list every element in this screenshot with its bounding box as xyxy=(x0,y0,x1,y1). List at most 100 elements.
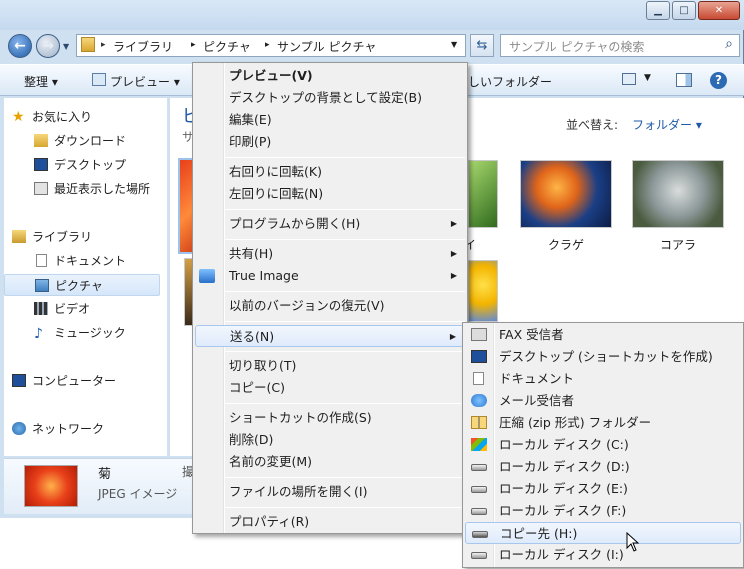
document-icon xyxy=(473,372,484,385)
thumbnail-hydrangea[interactable] xyxy=(468,160,498,228)
menu-item-true-image[interactable]: True Image ▶ xyxy=(195,265,465,287)
windows-drive-icon xyxy=(471,438,487,451)
sidebar-item-desktop[interactable]: デスクトップ xyxy=(4,154,164,176)
submenu-arrow-icon: ▶ xyxy=(450,219,457,228)
search-placeholder: サンプル ピクチャの検索 xyxy=(509,40,645,54)
organize-button[interactable]: 整理 ▾ xyxy=(24,73,58,90)
context-menu: プレビュー(V) デスクトップの背景として設定(B) 編集(E) 印刷(P) 右… xyxy=(192,62,468,534)
sidebar-item-documents[interactable]: ドキュメント xyxy=(4,250,164,272)
sort-dropdown[interactable]: フォルダー ▾ xyxy=(632,116,702,133)
menu-item-restore-previous-versions[interactable]: 以前のバージョンの復元(V) xyxy=(195,295,465,317)
menu-item-rename[interactable]: 名前の変更(M) xyxy=(195,451,465,473)
sidebar-item-label: コンピューター xyxy=(32,374,117,388)
new-folder-button[interactable]: しいフォルダー xyxy=(468,73,552,90)
send-to-local-disk-e[interactable]: ローカル ディスク (E:) xyxy=(465,478,741,500)
breadcrumb-separator-icon: ▸ xyxy=(265,40,270,50)
preview-button[interactable]: プレビュー ▾ xyxy=(110,73,180,90)
true-image-icon xyxy=(199,269,215,283)
menu-item-cut[interactable]: 切り取り(T) xyxy=(195,355,465,377)
mouse-cursor-icon xyxy=(626,532,640,552)
sidebar-item-favorites[interactable]: ★ お気に入り xyxy=(4,106,164,128)
star-icon: ★ xyxy=(12,109,25,125)
send-to-local-disk-c[interactable]: ローカル ディスク (C:) xyxy=(465,434,741,456)
drive-icon xyxy=(471,508,487,515)
send-to-desktop-shortcut[interactable]: デスクトップ (ショートカットを作成) xyxy=(465,346,741,368)
sidebar-item-label: ドキュメント xyxy=(54,254,127,268)
submenu-arrow-icon: ▶ xyxy=(449,332,456,341)
menu-item-open-file-location[interactable]: ファイルの場所を開く(I) xyxy=(195,481,465,503)
maximize-button[interactable]: □ xyxy=(672,1,696,20)
send-to-fax[interactable]: FAX 受信者 xyxy=(465,324,741,346)
menu-item-set-as-desktop-background[interactable]: デスクトップの背景として設定(B) xyxy=(195,87,465,109)
menu-item-delete[interactable]: 削除(D) xyxy=(195,429,465,451)
folder-icon xyxy=(81,37,95,52)
zip-folder-icon xyxy=(471,416,487,429)
send-to-compressed-folder[interactable]: 圧縮 (zip 形式) フォルダー xyxy=(465,412,741,434)
fax-icon xyxy=(471,328,487,341)
breadcrumb-libraries[interactable]: ライブラリ xyxy=(113,38,173,55)
sidebar-item-label: ピクチャ xyxy=(55,279,103,293)
sidebar-item-label: デスクトップ xyxy=(54,158,127,172)
search-icon[interactable]: ⌕ xyxy=(725,36,733,52)
removable-drive-icon xyxy=(472,531,488,538)
forward-button[interactable]: → xyxy=(36,34,60,58)
menu-item-edit[interactable]: 編集(E) xyxy=(195,109,465,131)
send-to-local-disk-d[interactable]: ローカル ディスク (D:) xyxy=(465,456,741,478)
menu-separator xyxy=(225,157,465,158)
sidebar-item-label: ビデオ xyxy=(54,302,91,316)
send-to-documents[interactable]: ドキュメント xyxy=(465,368,741,390)
address-dropdown-icon[interactable]: ▼ xyxy=(451,40,457,49)
close-button[interactable]: ✕ xyxy=(698,1,740,20)
send-to-local-disk-i[interactable]: ローカル ディスク (I:) xyxy=(465,544,741,566)
sidebar-item-recent[interactable]: 最近表示した場所 xyxy=(4,178,164,200)
sidebar-item-downloads[interactable]: ダウンロード xyxy=(4,130,164,152)
breadcrumb-sample-pictures[interactable]: サンプル ピクチャ xyxy=(277,38,376,55)
menu-item-properties[interactable]: プロパティ(R) xyxy=(195,511,465,533)
sidebar-item-libraries[interactable]: ライブラリ xyxy=(4,226,164,248)
menu-item-send-to[interactable]: 送る(N) ▶ xyxy=(195,325,465,347)
downloads-folder-icon xyxy=(34,134,48,147)
menu-item-copy[interactable]: コピー(C) xyxy=(195,377,465,399)
help-icon[interactable]: ? xyxy=(710,72,727,89)
back-button[interactable]: ← xyxy=(8,34,32,58)
sidebar-item-videos[interactable]: ビデオ xyxy=(4,298,164,320)
menu-separator xyxy=(225,507,465,508)
view-options-icon[interactable] xyxy=(622,73,636,85)
thumbnail-koala[interactable] xyxy=(632,160,724,228)
selected-file-thumbnail xyxy=(24,465,78,507)
pictures-icon xyxy=(35,279,49,292)
menu-item-open-with[interactable]: プログラムから開く(H) ▶ xyxy=(195,213,465,235)
sidebar-item-label: ダウンロード xyxy=(54,134,127,148)
thumbnail-jellyfish[interactable] xyxy=(520,160,612,228)
sidebar-item-computer[interactable]: コンピューター xyxy=(4,370,164,392)
menu-item-create-shortcut[interactable]: ショートカットの作成(S) xyxy=(195,407,465,429)
desktop-icon xyxy=(34,158,48,171)
menu-item-print[interactable]: 印刷(P) xyxy=(195,131,465,153)
menu-item-rotate-clockwise[interactable]: 右回りに回転(K) xyxy=(195,161,465,183)
libraries-icon xyxy=(12,230,26,243)
thumbnail-tulips[interactable] xyxy=(468,260,498,322)
send-to-copy-destination-h[interactable]: コピー先 (H:) xyxy=(465,522,741,544)
computer-icon xyxy=(12,374,26,387)
sidebar-item-music[interactable]: ♪ ミュージック xyxy=(4,322,164,344)
menu-separator xyxy=(225,403,465,404)
send-to-mail-recipient[interactable]: メール受信者 xyxy=(465,390,741,412)
refresh-icon[interactable]: ⇆ xyxy=(470,34,494,57)
submenu-arrow-icon: ▶ xyxy=(450,271,457,280)
recent-pages-chevron-icon[interactable]: ▼ xyxy=(63,42,69,51)
document-icon xyxy=(36,254,47,267)
sidebar-item-pictures[interactable]: ピクチャ xyxy=(4,274,160,296)
drive-icon xyxy=(471,552,487,559)
address-bar[interactable]: ▸ ライブラリ ▸ ピクチャ ▸ サンプル ピクチャ ▼ xyxy=(76,34,466,57)
menu-item-preview[interactable]: プレビュー(V) xyxy=(195,65,465,87)
preview-pane-icon[interactable] xyxy=(676,73,692,87)
preview-icon xyxy=(92,73,106,86)
menu-item-rotate-counterclockwise[interactable]: 左回りに回転(N) xyxy=(195,183,465,205)
view-dropdown-icon[interactable]: ▼ xyxy=(644,73,651,83)
sidebar-item-network[interactable]: ネットワーク xyxy=(4,418,164,440)
send-to-local-disk-f[interactable]: ローカル ディスク (F:) xyxy=(465,500,741,522)
menu-item-share[interactable]: 共有(H) ▶ xyxy=(195,243,465,265)
breadcrumb-pictures[interactable]: ピクチャ xyxy=(203,38,251,55)
minimize-button[interactable]: ▁ xyxy=(646,1,670,20)
search-input[interactable]: サンプル ピクチャの検索 ⌕ xyxy=(500,34,740,57)
